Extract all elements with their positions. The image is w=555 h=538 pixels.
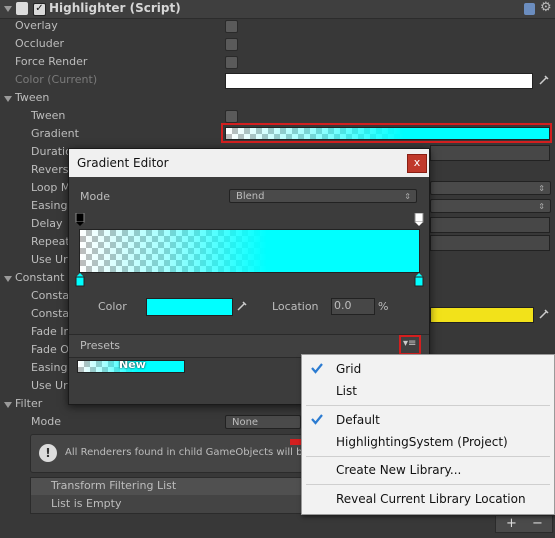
key-color-swatch[interactable]	[146, 298, 233, 316]
tween-header-row[interactable]: Tween	[0, 89, 555, 107]
reverse-label: Revers	[31, 163, 69, 176]
filter-mode-dropdown[interactable]: None	[225, 415, 301, 429]
list-add-button[interactable]: +	[506, 516, 517, 531]
duration-label: Duratio	[31, 145, 72, 158]
info-icon: !	[39, 444, 57, 462]
overlay-label: Overlay	[15, 19, 58, 32]
force-render-label: Force Render	[15, 55, 88, 68]
constant-easing-label: Easing	[31, 361, 68, 374]
foldout-arrow-icon[interactable]	[4, 6, 12, 12]
close-button[interactable]: x	[407, 154, 427, 173]
color-current-label: Color (Current)	[15, 73, 98, 86]
filter-help-text: All Renderers found in child GameObjects…	[65, 447, 303, 458]
gradient-editor-titlebar[interactable]: Gradient Editor x	[69, 149, 429, 177]
constant-label-2: Consta	[31, 307, 70, 320]
gear-icon[interactable]: ⚙	[540, 0, 552, 15]
menu-separator	[306, 405, 550, 406]
filter-header: Filter	[15, 397, 43, 410]
component-enable-checkbox[interactable]: ✓	[33, 3, 46, 16]
repeat-field[interactable]	[430, 235, 550, 251]
gradient-mode-label: Mode	[80, 190, 110, 203]
check-icon	[311, 363, 323, 374]
menu-item-create-library[interactable]: Create New Library...	[336, 463, 461, 477]
menu-separator	[306, 484, 550, 485]
delay-field[interactable]	[430, 217, 550, 233]
easing-dropdown[interactable]: ⇕	[430, 199, 551, 213]
filter-foldout-icon[interactable]	[4, 402, 12, 408]
eyedropper-icon[interactable]	[538, 74, 550, 86]
gradient-mode-dropdown[interactable]: Blend ⇕	[229, 189, 417, 203]
gradient-editor-title: Gradient Editor	[77, 156, 169, 170]
occluder-row: Occluder	[0, 35, 555, 53]
color-key-right[interactable]	[414, 273, 424, 287]
constant-label-1: Consta	[31, 289, 70, 302]
location-unit: %	[378, 300, 389, 313]
fade-out-label: Fade O	[31, 343, 69, 356]
color-current-row: Color (Current)	[0, 71, 555, 89]
gradient-label: Gradient	[31, 127, 79, 140]
occluder-checkbox[interactable]	[225, 38, 238, 51]
tween-checkbox[interactable]	[225, 110, 238, 123]
filter-list-header: Transform Filtering List	[30, 477, 304, 496]
component-title: Highlighter (Script)	[49, 1, 181, 15]
occluder-label: Occluder	[15, 37, 65, 50]
filter-list-title: Transform Filtering List	[51, 479, 177, 492]
presets-menu-icon[interactable]: ▾≡	[403, 338, 416, 349]
force-render-checkbox[interactable]	[225, 56, 238, 69]
constant-foldout-icon[interactable]	[4, 276, 12, 282]
preset-swatch-new[interactable]: New	[77, 360, 185, 373]
check-icon	[311, 414, 323, 425]
key-color-label: Color	[98, 300, 127, 313]
menu-item-highlighting-system[interactable]: HighlightingSystem (Project)	[336, 435, 508, 449]
list-add-remove: + −	[495, 516, 553, 533]
gradient-preview[interactable]	[79, 229, 420, 273]
gradient-mode-value: Blend	[236, 191, 265, 202]
color-current-swatch	[225, 73, 533, 89]
dropdown-arrow-icon: ⇕	[404, 192, 411, 201]
menu-item-default[interactable]: Default	[336, 413, 380, 427]
delay-label: Delay	[31, 217, 63, 230]
alpha-key-black[interactable]	[75, 213, 85, 227]
filter-list-body: List is Empty	[30, 495, 304, 514]
constant-header: Constant	[15, 271, 65, 284]
overlay-row: Overlay	[0, 17, 555, 35]
gradient-field[interactable]	[225, 127, 550, 140]
duration-field[interactable]	[430, 145, 550, 161]
loop-mode-label: Loop M	[31, 181, 71, 194]
repeat-label: Repeat	[31, 235, 70, 248]
tween-unscaled-label: Use Ur	[31, 253, 68, 266]
force-render-row: Force Render	[0, 53, 555, 71]
overlay-checkbox[interactable]	[225, 20, 238, 33]
filter-mode-value: None	[232, 417, 259, 428]
menu-item-grid[interactable]: Grid	[336, 362, 361, 376]
eyedropper-icon[interactable]	[538, 308, 550, 320]
menu-item-reveal-library[interactable]: Reveal Current Library Location	[336, 492, 526, 506]
filter-mode-label: Mode	[31, 415, 61, 428]
eyedropper-icon[interactable]	[236, 300, 248, 312]
easing-label: Easing	[31, 199, 68, 212]
location-input[interactable]: 0.0	[331, 298, 375, 315]
presets-context-menu: Grid List Default HighlightingSystem (Pr…	[301, 354, 555, 515]
fade-in-label: Fade In	[31, 325, 71, 338]
help-book-icon[interactable]	[524, 3, 535, 15]
color-key-left[interactable]	[75, 273, 85, 287]
filter-help-box: ! All Renderers found in child GameObjec…	[30, 434, 304, 473]
menu-separator	[306, 456, 550, 457]
loop-mode-dropdown[interactable]: ⇕	[430, 181, 551, 195]
presets-label: Presets	[80, 339, 121, 352]
tween-header: Tween	[15, 91, 50, 104]
alpha-key-white[interactable]	[414, 213, 424, 227]
script-icon	[16, 2, 28, 15]
list-remove-button[interactable]: −	[532, 516, 543, 531]
preset-name: New	[119, 360, 146, 371]
tween-foldout-icon[interactable]	[4, 96, 12, 102]
location-label: Location	[272, 300, 319, 313]
gradient-row: Gradient	[0, 123, 555, 143]
constant-color-swatch[interactable]	[430, 307, 534, 323]
filter-list-empty: List is Empty	[51, 497, 122, 510]
menu-item-list[interactable]: List	[336, 384, 357, 398]
tween-label: Tween	[31, 109, 66, 122]
constant-unscaled-label: Use Ur	[31, 379, 68, 392]
